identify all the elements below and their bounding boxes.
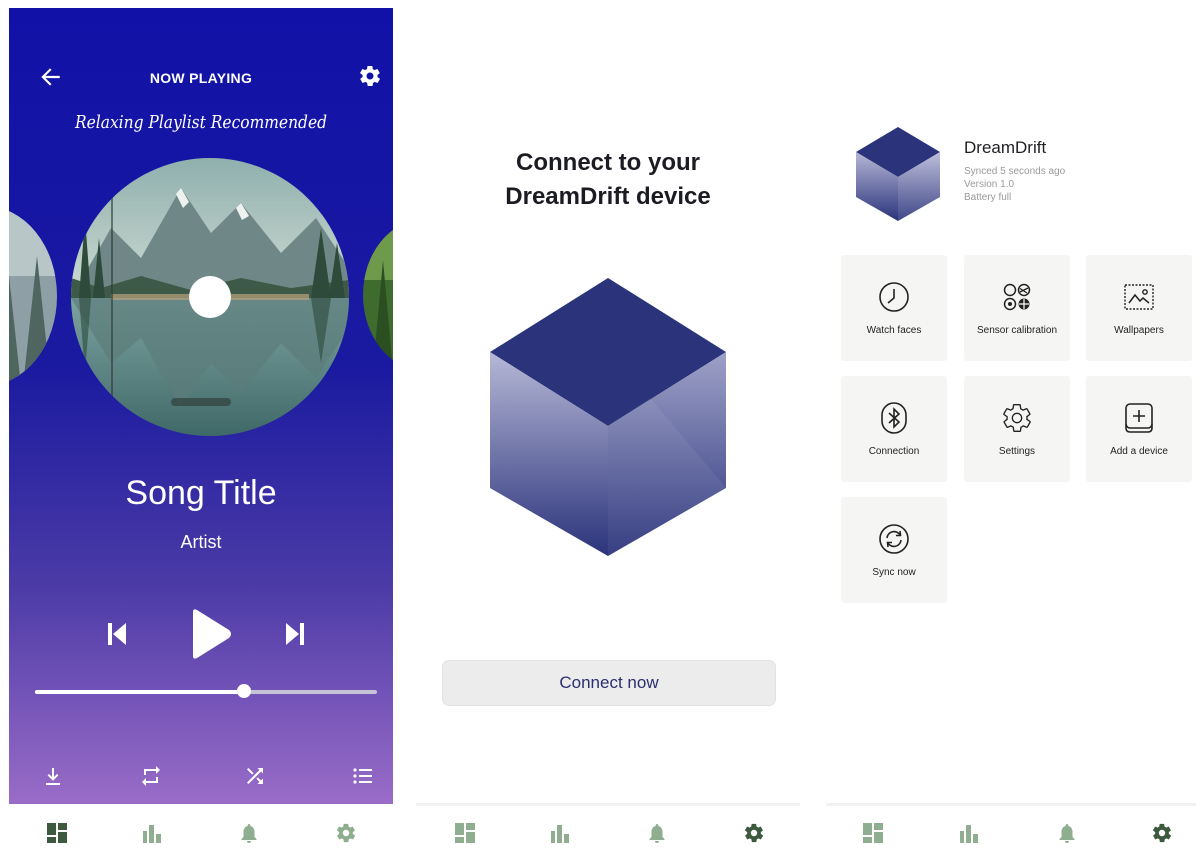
device-cube-logo <box>856 127 940 221</box>
firmware-version: Version 1.0 <box>964 179 1015 190</box>
page-title: NOW PLAYING <box>149 70 253 86</box>
tile-settings[interactable]: Settings <box>964 376 1070 482</box>
album-art-disc[interactable] <box>71 158 349 436</box>
dashboard-icon[interactable] <box>862 822 884 844</box>
progress-knob[interactable] <box>236 684 251 698</box>
play-icon[interactable] <box>189 608 233 660</box>
stats-icon[interactable] <box>141 822 163 844</box>
previous-album-art[interactable] <box>9 206 57 386</box>
tile-label: Sensor calibration <box>976 325 1058 336</box>
add-device-icon <box>1125 403 1153 433</box>
wallpaper-icon <box>1124 284 1154 310</box>
music-player-screen: NOW PLAYING Relaxing Playlist Recommende… <box>0 0 400 848</box>
sync-icon <box>879 524 909 554</box>
device-screen: DreamDrift Synced 5 seconds ago Version … <box>818 0 1204 848</box>
tile-add-device[interactable]: Add a device <box>1086 376 1192 482</box>
tile-watch-faces[interactable]: Watch faces <box>841 255 947 361</box>
playlist-icon[interactable] <box>351 764 375 788</box>
nav-divider <box>826 803 1196 806</box>
sensor-icon <box>1003 283 1031 311</box>
device-name: DreamDrift <box>964 138 1047 157</box>
playlist-banner: Relaxing Playlist Recommended <box>74 112 328 133</box>
connect-now-button[interactable]: Connect now <box>442 660 776 706</box>
watch-face-icon <box>879 282 909 312</box>
tile-label: Sync now <box>872 567 916 578</box>
stats-icon[interactable] <box>549 822 571 844</box>
shuffle-icon[interactable] <box>243 764 267 788</box>
notifications-icon[interactable] <box>646 822 668 844</box>
settings-icon[interactable] <box>743 822 765 844</box>
previous-icon[interactable] <box>105 620 129 648</box>
bluetooth-icon <box>881 402 907 434</box>
device-cube-logo <box>490 278 726 556</box>
tile-sync-now[interactable]: Sync now <box>841 497 947 603</box>
playback-progress-slider[interactable] <box>35 684 377 698</box>
next-album-art[interactable] <box>363 220 393 370</box>
song-title: Song Title <box>125 474 277 512</box>
title-line-2: DreamDrift device <box>505 183 711 210</box>
notifications-icon[interactable] <box>238 822 260 844</box>
page-title: Connect to your DreamDrift device <box>408 146 808 214</box>
bottom-navigation <box>0 806 400 848</box>
connect-screen: Connect to your DreamDrift device Connec… <box>408 0 808 848</box>
sync-status: Synced 5 seconds ago <box>964 166 1066 177</box>
tile-label: Wallpapers <box>1114 325 1164 336</box>
gear-icon[interactable] <box>358 64 382 88</box>
dashboard-icon[interactable] <box>454 822 476 844</box>
bottom-navigation <box>818 803 1204 848</box>
tile-connection[interactable]: Connection <box>841 376 947 482</box>
artist-name: Artist <box>180 532 222 552</box>
gear-icon <box>1003 404 1031 432</box>
download-icon[interactable] <box>41 764 65 788</box>
battery-status: Battery full <box>964 192 1012 203</box>
bottom-navigation <box>408 803 808 848</box>
repeat-icon[interactable] <box>139 764 163 788</box>
tile-wallpapers[interactable]: Wallpapers <box>1086 255 1192 361</box>
stats-icon[interactable] <box>958 822 980 844</box>
title-line-1: Connect to your <box>516 149 700 176</box>
tile-label: Add a device <box>1110 446 1168 457</box>
next-icon[interactable] <box>283 620 307 648</box>
tile-label: Connection <box>868 446 920 457</box>
notifications-icon[interactable] <box>1056 822 1078 844</box>
nav-divider <box>416 803 800 806</box>
tile-sensor-calibration[interactable]: Sensor calibration <box>964 255 1070 361</box>
dashboard-icon[interactable] <box>46 822 68 844</box>
player-panel: NOW PLAYING Relaxing Playlist Recommende… <box>9 8 393 804</box>
settings-icon[interactable] <box>335 822 357 844</box>
tile-label: Watch faces <box>866 325 922 336</box>
settings-icon[interactable] <box>1151 822 1173 844</box>
tile-label: Settings <box>998 446 1036 457</box>
progress-fill <box>35 690 244 694</box>
